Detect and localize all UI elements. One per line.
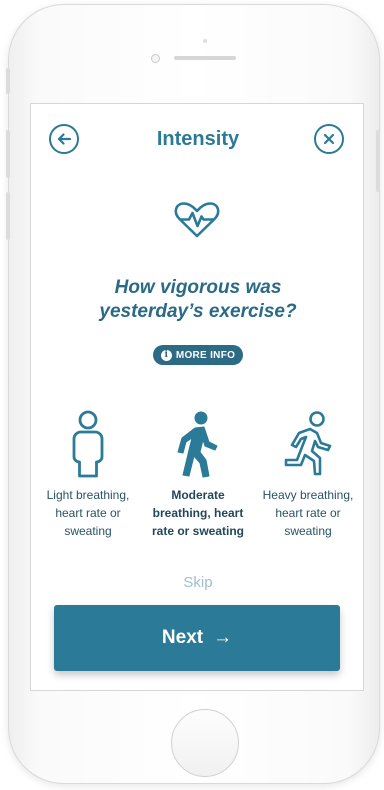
phone-speaker (174, 56, 236, 60)
walking-person-icon (177, 411, 218, 478)
app-screen: Intensity How vigorous was yesterday’s e… (30, 103, 364, 691)
phone-mute-switch (6, 68, 10, 94)
phone-volume-down (6, 192, 10, 240)
option-heavy-line-3: sweating (284, 524, 332, 538)
option-moderate-line-2: breathing, heart (152, 506, 244, 520)
question-line-1: How vigorous was (114, 277, 282, 298)
option-moderate-line-1: Moderate (171, 488, 225, 502)
heartbeat-icon (174, 202, 220, 238)
option-light-line-1: Light breathing, (46, 488, 130, 502)
more-info-button[interactable]: i MORE INFO (153, 345, 243, 365)
next-label: Next (161, 627, 204, 648)
phone-sensor-dot (203, 39, 207, 43)
phone-power-button (376, 130, 380, 192)
close-button[interactable] (314, 124, 344, 154)
option-heavy-line-2: heart rate or (275, 506, 341, 520)
more-info-label: MORE INFO (175, 349, 236, 361)
phone-home-button[interactable] (171, 709, 239, 777)
option-moderate-label: Moderate breathing, heart rate or sweati… (141, 486, 255, 540)
close-icon (323, 133, 335, 145)
option-light-label: Light breathing, heart rate or sweating (31, 486, 145, 540)
next-button[interactable]: Next → (54, 605, 340, 671)
phone-volume-up (6, 130, 10, 178)
option-moderate[interactable]: Moderate breathing, heart rate or sweati… (141, 410, 255, 540)
option-light[interactable]: Light breathing, heart rate or sweating (31, 410, 145, 540)
option-heavy[interactable]: Heavy breathing, heart rate or sweating (251, 410, 363, 540)
running-person-icon (284, 411, 332, 476)
phone-camera (151, 54, 160, 63)
option-heavy-line-1: Heavy breathing, (262, 488, 354, 502)
standing-person-icon (72, 410, 104, 478)
option-light-line-3: sweating (64, 524, 112, 538)
option-moderate-line-3: rate or sweating (151, 524, 245, 538)
skip-link[interactable]: Skip (31, 574, 363, 591)
info-icon: i (160, 349, 172, 361)
question-line-2: yesterday’s exercise? (99, 301, 297, 322)
option-heavy-label: Heavy breathing, heart rate or sweating (251, 486, 363, 540)
option-light-line-2: heart rate or (55, 506, 121, 520)
arrow-right-icon: → (213, 627, 233, 648)
question-heading: How vigorous was yesterday’s exercise? (31, 276, 363, 324)
